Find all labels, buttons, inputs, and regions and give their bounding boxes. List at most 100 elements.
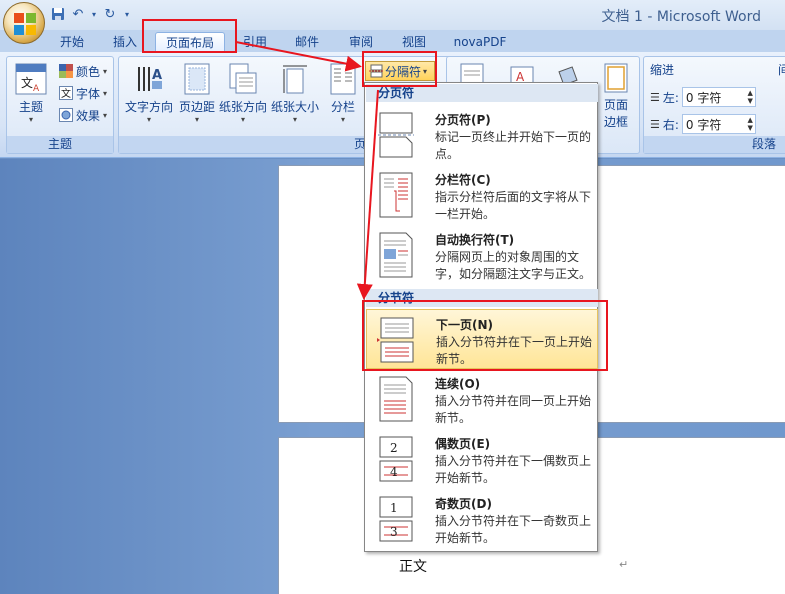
chevron-down-icon: ▾ xyxy=(292,115,297,124)
tab-references[interactable]: 引用 xyxy=(238,32,272,52)
tab-review[interactable]: 审阅 xyxy=(344,32,378,52)
theme-colors-label: 颜色 xyxy=(76,64,101,79)
color-palette-icon xyxy=(59,64,73,78)
body-text: 正文 xyxy=(399,559,427,575)
save-icon[interactable] xyxy=(50,6,66,22)
menu-item-desc: 标记一页终止并开始下一页的点。 xyxy=(435,130,592,161)
margins-button[interactable]: 页边距 ▾ xyxy=(177,63,217,124)
themes-button[interactable]: 文 A 主题 ▾ xyxy=(11,63,51,124)
indent-right-input[interactable]: 0 字符 ▲ ▼ xyxy=(681,114,756,134)
chevron-down-icon: ▾ xyxy=(103,66,108,76)
menu-item-desc: 插入分节符并在同一页上开始新节。 xyxy=(435,394,592,425)
menu-item-desc: 分隔网页上的对象周围的文字，如分隔题注文字与正文。 xyxy=(435,250,592,281)
breaks-label: 分隔符 xyxy=(385,64,422,79)
svg-text:A: A xyxy=(33,84,40,94)
page-break-icon xyxy=(378,112,414,158)
tab-mailings[interactable]: 邮件 xyxy=(290,32,324,52)
chevron-down-icon: ▾ xyxy=(423,66,428,76)
menu-item-desc: 插入分节符并在下一页上开始新节。 xyxy=(436,335,593,366)
tab-insert[interactable]: 插入 xyxy=(108,32,142,52)
svg-text:1: 1 xyxy=(390,501,398,515)
tab-page-layout[interactable]: 页面布局 xyxy=(155,32,225,52)
orientation-label: 纸张方向 xyxy=(219,100,268,114)
menu-item-title: 下一页(N) xyxy=(436,318,494,332)
text-wrapping-icon xyxy=(379,232,413,278)
spinner-icon[interactable]: ▲ ▼ xyxy=(748,116,753,132)
svg-text:2: 2 xyxy=(390,441,398,455)
page-borders-label-2: 边框 xyxy=(603,115,628,129)
theme-colors-button[interactable]: 颜色 ▾ xyxy=(59,61,107,81)
column-break-icon xyxy=(379,172,413,218)
paragraph-group-label: 段落 xyxy=(644,136,785,153)
text-direction-button[interactable]: A 文字方向 ▾ xyxy=(123,63,175,124)
chevron-down-icon: ▾ xyxy=(340,115,345,124)
svg-text:文: 文 xyxy=(61,87,71,100)
menu-item-column-break[interactable]: 分栏符(C) 指示分栏符后面的文字将从下一栏开始。 xyxy=(366,165,598,225)
ribbon-tab-row: 开始 插入 页面布局 引用 邮件 审阅 视图 novaPDF xyxy=(0,30,785,52)
customize-qat-icon[interactable]: ▾ xyxy=(122,6,132,22)
office-logo-icon xyxy=(14,13,36,35)
orientation-button[interactable]: 纸张方向 ▾ xyxy=(219,63,267,124)
office-button[interactable] xyxy=(3,2,45,44)
theme-fonts-label: 字体 xyxy=(76,86,101,101)
font-icon: 文 xyxy=(59,86,73,100)
menu-item-title: 分栏符(C) xyxy=(435,173,491,187)
menu-item-page-break[interactable]: 分页符(P) 标记一页终止并开始下一页的点。 xyxy=(366,105,598,165)
indent-left-row: ☰ 左: 0 字符 ▲ ▼ xyxy=(650,87,756,107)
paragraph-mark: ↵ xyxy=(619,558,629,571)
undo-icon[interactable]: ↶ xyxy=(70,6,86,22)
size-button[interactable]: 纸张大小 ▾ xyxy=(271,63,319,124)
redo-icon[interactable]: ↻ xyxy=(102,6,118,22)
margins-label: 页边距 xyxy=(178,100,215,114)
menu-item-desc: 插入分节符并在下一偶数页上开始新节。 xyxy=(435,454,592,485)
text-direction-label: 文字方向 xyxy=(124,100,173,114)
chevron-down-icon: ▾ xyxy=(103,88,108,98)
menu-item-continuous[interactable]: 连续(O) 插入分节符并在同一页上开始新节。 xyxy=(366,369,598,429)
menu-item-title: 偶数页(E) xyxy=(435,437,491,451)
indent-left-label: 左: xyxy=(662,90,679,105)
breaks-button[interactable]: 分隔符 ▾ xyxy=(365,61,435,81)
indent-left-input[interactable]: 0 字符 ▲ ▼ xyxy=(681,87,756,107)
tab-novapdf[interactable]: novaPDF xyxy=(448,32,512,52)
svg-text:4: 4 xyxy=(390,465,398,479)
even-page-section-icon: 2 4 xyxy=(379,436,413,482)
columns-icon xyxy=(330,63,356,95)
paragraph-group: 缩进 间 ☰ 左: 0 字符 ▲ ▼ ☰ 右: 0 字符 ▲ ▼ 段落 xyxy=(643,56,785,154)
margins-icon xyxy=(184,63,210,95)
menu-item-even-page[interactable]: 2 4 偶数页(E) 插入分节符并在下一偶数页上开始新节。 xyxy=(366,429,598,489)
page-borders-button[interactable]: 页面 边框 xyxy=(599,63,633,130)
menu-item-title: 奇数页(D) xyxy=(435,497,492,511)
tab-home[interactable]: 开始 xyxy=(55,32,89,52)
indent-right-row: ☰ 右: 0 字符 ▲ ▼ xyxy=(650,114,756,134)
menu-item-title: 分页符(P) xyxy=(435,113,491,127)
continuous-section-icon xyxy=(379,376,413,422)
svg-text:文: 文 xyxy=(21,75,33,90)
indent-right-label: 右: xyxy=(662,117,679,132)
chevron-down-icon: ▾ xyxy=(240,115,245,124)
menu-item-title: 自动换行符(T) xyxy=(435,233,515,247)
spinner-icon[interactable]: ▲ ▼ xyxy=(748,89,753,105)
size-label: 纸张大小 xyxy=(271,100,320,114)
section-breaks-header: 分节符 xyxy=(366,289,598,307)
theme-effects-label: 效果 xyxy=(76,108,101,123)
menu-item-next-page[interactable]: 下一页(N) 插入分节符并在下一页上开始新节。 xyxy=(366,309,598,369)
tab-view[interactable]: 视图 xyxy=(397,32,431,52)
text-direction-icon: A xyxy=(138,67,162,91)
indent-right-value: 0 字符 xyxy=(685,117,722,132)
columns-button[interactable]: 分栏 ▾ xyxy=(323,63,363,124)
orientation-icon xyxy=(229,63,257,94)
chevron-down-icon: ▾ xyxy=(103,110,108,120)
chevron-down-icon: ▾ xyxy=(146,115,151,124)
undo-dropdown-icon[interactable]: ▾ xyxy=(90,6,98,22)
chevron-down-icon: ▾ xyxy=(194,115,199,124)
themes-label: 主题 xyxy=(18,100,43,114)
theme-effects-button[interactable]: 效果 ▾ xyxy=(59,105,107,125)
breaks-icon xyxy=(369,64,383,78)
menu-item-text-wrapping-break[interactable]: 自动换行符(T) 分隔网页上的对象周围的文字，如分隔题注文字与正文。 xyxy=(366,225,598,285)
menu-item-odd-page[interactable]: 1 3 奇数页(D) 插入分节符并在下一奇数页上开始新节。 xyxy=(366,489,598,549)
theme-fonts-button[interactable]: 文 字体 ▾ xyxy=(59,83,107,103)
breaks-dropdown-menu: 分页符 分页符(P) 标记一页终止并开始下一页的点。 分栏符(C) 指示分栏符后… xyxy=(364,82,598,552)
page-breaks-header: 分页符 xyxy=(366,84,598,102)
themes-icon: 文 A xyxy=(15,63,47,95)
next-page-section-icon xyxy=(377,317,414,363)
